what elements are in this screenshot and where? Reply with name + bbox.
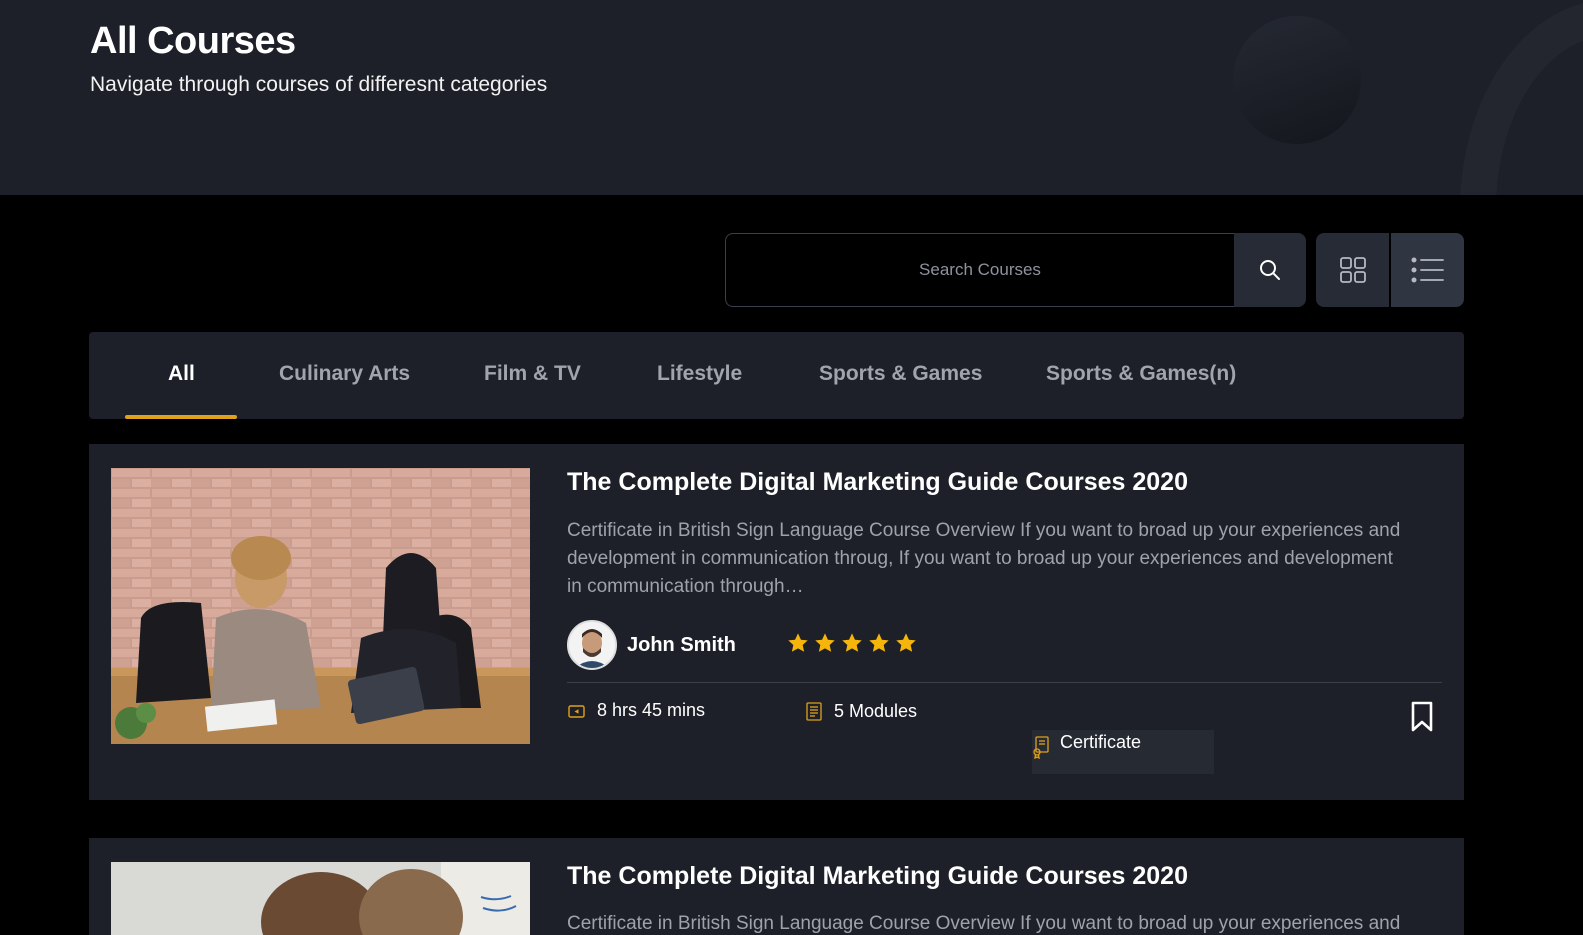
- author-name: John Smith: [627, 633, 736, 656]
- search-button[interactable]: [1234, 233, 1306, 307]
- certificate-icon: [1032, 735, 1050, 759]
- decorative-ring: [1460, 0, 1583, 195]
- course-description: Certificate in British Sign Language Cou…: [567, 913, 1401, 934]
- grid-view-icon: [1339, 257, 1366, 283]
- rating-stars: [787, 632, 917, 654]
- course-description: Certificate in British Sign Language Cou…: [567, 520, 1401, 597]
- bookmark-button[interactable]: [1410, 701, 1434, 738]
- avatar: [567, 620, 617, 670]
- search-box: [725, 233, 1234, 307]
- page-subtitle: Navigate through courses of differesnt c…: [90, 73, 548, 96]
- course-thumbnail[interactable]: [111, 862, 530, 935]
- course-modules: 5 Modules: [804, 700, 917, 722]
- modules-icon: [804, 700, 824, 722]
- course-card[interactable]: The Complete Digital Marketing Guide Cou…: [89, 444, 1464, 800]
- course-duration: 8 hrs 45 mins: [567, 700, 705, 721]
- tab-film-tv[interactable]: Film & TV: [484, 362, 581, 386]
- course-title[interactable]: The Complete Digital Marketing Guide Cou…: [567, 468, 1188, 497]
- tab-lifestyle[interactable]: Lifestyle: [657, 362, 742, 386]
- search-bar: [725, 233, 1306, 307]
- card-divider: [567, 682, 1442, 683]
- list-view-button[interactable]: [1391, 233, 1464, 307]
- star-icon: [869, 633, 889, 652]
- decorative-circle: [1233, 16, 1361, 144]
- search-input[interactable]: [726, 260, 1234, 280]
- grid-view-button[interactable]: [1316, 233, 1389, 307]
- view-toggle: [1316, 233, 1464, 307]
- list-view-icon: [1410, 257, 1444, 283]
- tab-all[interactable]: All: [168, 362, 195, 386]
- star-icon: [896, 633, 916, 652]
- star-icon: [842, 633, 862, 652]
- course-certificate: Certificate: [1032, 730, 1214, 774]
- active-tab-indicator: [125, 415, 237, 419]
- tab-sports-games-n[interactable]: Sports & Games(n): [1046, 362, 1236, 386]
- category-tabs: All Culinary Arts Film & TV Lifestyle Sp…: [89, 332, 1464, 419]
- course-card[interactable]: The Complete Digital Marketing Guide Cou…: [89, 838, 1464, 935]
- bookmark-icon: [1411, 701, 1433, 732]
- course-title[interactable]: The Complete Digital Marketing Guide Cou…: [567, 862, 1188, 891]
- tab-culinary-arts[interactable]: Culinary Arts: [279, 362, 410, 386]
- star-icon: [788, 633, 808, 652]
- modules-text: 5 Modules: [834, 700, 918, 721]
- page-title: All Courses: [90, 20, 296, 62]
- duration-text: 8 hrs 45 mins: [597, 700, 706, 720]
- page-header: All Courses Navigate through courses of …: [0, 0, 1583, 195]
- course-thumbnail[interactable]: [111, 468, 530, 744]
- tab-sports-games[interactable]: Sports & Games: [819, 362, 982, 386]
- star-icon: [815, 633, 835, 652]
- video-icon: [567, 702, 587, 720]
- search-icon: [1260, 260, 1280, 280]
- course-author[interactable]: John Smith: [567, 620, 736, 670]
- certificate-text: Certificate: [1060, 732, 1142, 752]
